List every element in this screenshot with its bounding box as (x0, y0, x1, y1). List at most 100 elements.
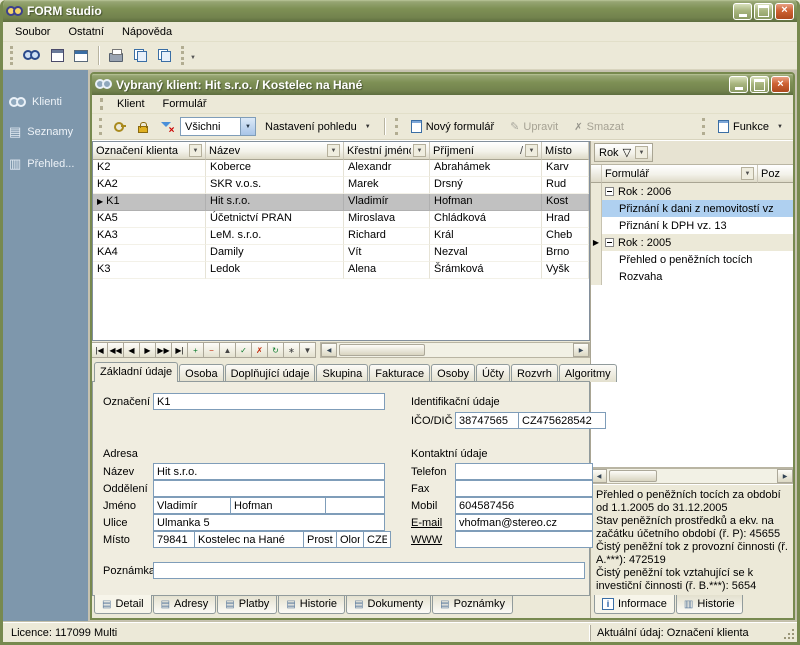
menu-formular[interactable]: Formulář (155, 96, 215, 112)
column-header-krestni-jmeno[interactable]: Křestní jméno (344, 142, 430, 160)
tab-ucty[interactable]: Účty (476, 364, 510, 382)
close-button[interactable] (775, 3, 794, 20)
tab-informace[interactable]: Informace (594, 595, 675, 614)
tab-rozvrh[interactable]: Rozvrh (511, 364, 558, 382)
tab-doplnujici-udaje[interactable]: Doplňující údaje (225, 364, 316, 382)
scrollbar-track[interactable] (337, 343, 573, 357)
nav-prior-button[interactable]: ◀ (123, 342, 140, 358)
column-header-misto[interactable]: Místo (542, 142, 589, 160)
tab-zakladni-udaje[interactable]: Základní údaje (94, 362, 178, 382)
scroll-left-arrow[interactable] (591, 469, 607, 483)
tab-dokumenty[interactable]: Dokumenty (346, 595, 431, 614)
mobil-field[interactable] (455, 497, 593, 514)
dic-field[interactable] (518, 412, 606, 429)
column-filter-icon[interactable] (741, 167, 754, 180)
stat-field[interactable] (363, 531, 391, 548)
column-filter-icon[interactable] (327, 144, 340, 157)
mesto-field[interactable] (194, 531, 304, 548)
column-filter-icon[interactable] (525, 144, 538, 157)
clear-filter-button[interactable] (156, 116, 178, 138)
print-button[interactable] (105, 45, 127, 67)
view-settings-button[interactable]: Nastavení pohledu (258, 116, 378, 138)
functions-button[interactable]: Funkce (711, 116, 790, 138)
tab-algoritmy[interactable]: Algoritmy (559, 364, 617, 382)
group-by-rok[interactable]: Rok ▽ (594, 143, 653, 162)
form-row[interactable]: Rozvaha (591, 268, 793, 285)
ico-field[interactable] (455, 412, 519, 429)
nav-edit-button[interactable]: ▲ (219, 342, 236, 358)
nav-bookmark-button[interactable]: ∗ (283, 342, 300, 358)
combo-dropdown-icon[interactable] (240, 118, 255, 135)
kraj-field[interactable] (336, 531, 364, 548)
key-button[interactable] (108, 116, 130, 138)
fax-field[interactable] (455, 480, 593, 497)
scrollbar-thumb[interactable] (339, 344, 425, 356)
filter-combobox[interactable]: Všichni (180, 117, 256, 136)
menubar-grip[interactable] (100, 98, 103, 111)
rok-filter-icon[interactable] (635, 146, 648, 159)
resize-grip[interactable] (782, 626, 795, 640)
nav-insert-button[interactable]: + (187, 342, 204, 358)
tab-adresy[interactable]: Adresy (153, 595, 217, 614)
forms-overview-button[interactable] (70, 45, 92, 67)
www-field[interactable] (455, 531, 593, 548)
oznaceni-field[interactable] (153, 393, 385, 410)
nav-prior-page-button[interactable]: ◀◀ (107, 342, 124, 358)
table-row[interactable]: K2 Koberce Alexandr Abrahámek Karv (93, 160, 589, 177)
table-row[interactable]: KA4 Damily Vít Nezval Brno (93, 245, 589, 262)
form-row[interactable]: Přehled o peněžních tocích (591, 251, 793, 268)
nav-first-button[interactable]: |◀ (91, 342, 108, 358)
psc-field[interactable] (153, 531, 195, 548)
telefon-field[interactable] (455, 463, 593, 480)
menu-napoveda[interactable]: Nápověda (114, 24, 180, 40)
www-label[interactable]: WWW (411, 534, 442, 546)
nav-next-page-button[interactable]: ▶▶ (155, 342, 172, 358)
nav-filter-button[interactable]: ▼ (299, 342, 316, 358)
table-row[interactable]: K3 Ledok Alena Šrámková Vyšk (93, 262, 589, 279)
scrollbar-thumb[interactable] (609, 470, 657, 482)
lock-button[interactable] (132, 116, 154, 138)
column-header-prijmeni[interactable]: Příjmení/ (430, 142, 542, 160)
scrollbar-track[interactable] (607, 469, 777, 483)
titul-field[interactable] (325, 497, 385, 514)
column-header-oznaceni[interactable]: Označení klienta (93, 142, 206, 160)
oddeleni-field[interactable] (153, 480, 385, 497)
menu-soubor[interactable]: Soubor (7, 24, 58, 40)
form-row[interactable]: Přiznání k DPH vz. 13 (591, 217, 793, 234)
minimize-button[interactable] (733, 3, 752, 20)
tab-osoby[interactable]: Osoby (431, 364, 475, 382)
tab-platby[interactable]: Platby (217, 595, 277, 614)
collapse-icon[interactable] (605, 187, 614, 196)
jmeno-field[interactable] (153, 497, 231, 514)
okres-field[interactable] (303, 531, 337, 548)
nav-delete-button[interactable]: − (203, 342, 220, 358)
copy-button[interactable] (129, 45, 151, 67)
sidebar-item-prehled[interactable]: Přehled... (3, 148, 88, 180)
tab-detail[interactable]: Detail (94, 595, 152, 614)
nav-next-button[interactable]: ▶ (139, 342, 156, 358)
forms-horizontal-scrollbar[interactable] (591, 468, 793, 484)
collapse-icon[interactable] (605, 238, 614, 247)
nav-refresh-button[interactable]: ↻ (267, 342, 284, 358)
client-close-button[interactable] (771, 76, 790, 93)
column-header-poz[interactable]: Poz (758, 165, 793, 183)
table-row[interactable]: KA3 LeM. s.r.o. Richard Král Cheb (93, 228, 589, 245)
email-label[interactable]: E-mail (411, 517, 442, 529)
toolbar-options-chevron[interactable] (190, 50, 196, 62)
scroll-left-arrow[interactable] (321, 343, 337, 357)
table-row[interactable]: KA5 Účetnictví PRAN Miroslava Chládková … (93, 211, 589, 228)
new-form-button[interactable]: Nový formulář (404, 116, 501, 138)
table-row-selected[interactable]: K1 Hit s.r.o. Vladimír Hofman Kost (93, 194, 589, 211)
maximize-button[interactable] (754, 3, 773, 20)
toolbar-grip-2[interactable] (181, 46, 184, 65)
poznamka-field[interactable] (153, 562, 585, 579)
menu-klient[interactable]: Klient (109, 96, 153, 112)
calculator-button[interactable] (46, 45, 68, 67)
tab-skupina[interactable]: Skupina (316, 364, 368, 382)
group-row-2006[interactable]: Rok : 2006 (591, 183, 793, 200)
email-field[interactable] (455, 514, 593, 531)
table-row[interactable]: KA2 SKR v.o.s. Marek Drsný Rud (93, 177, 589, 194)
nav-cancel-button[interactable]: ✗ (251, 342, 268, 358)
form-row-selected[interactable]: Přiznání k dani z nemovitostí vz (591, 200, 793, 217)
client-minimize-button[interactable] (729, 76, 748, 93)
